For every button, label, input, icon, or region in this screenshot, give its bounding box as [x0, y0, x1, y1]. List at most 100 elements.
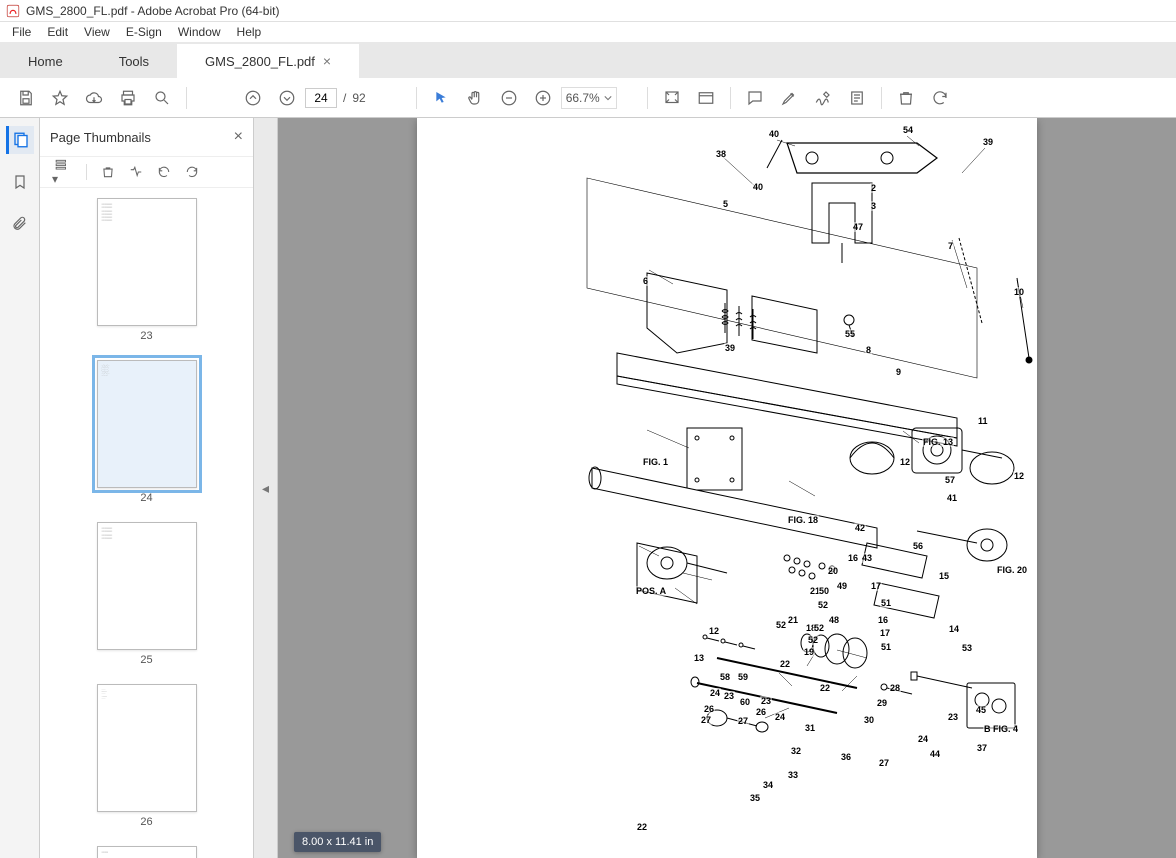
diagram-callout: 7	[947, 241, 954, 251]
hand-tool-icon[interactable]	[459, 82, 491, 114]
menu-view[interactable]: View	[76, 23, 118, 41]
star-icon[interactable]	[44, 82, 76, 114]
diagram-callout: 6	[642, 276, 649, 286]
window-title: GMS_2800_FL.pdf - Adobe Acrobat Pro (64-…	[26, 4, 279, 18]
delete-icon[interactable]	[890, 82, 922, 114]
menu-file[interactable]: File	[4, 23, 39, 41]
diagram-callout: 22	[819, 683, 831, 693]
menu-help[interactable]: Help	[229, 23, 270, 41]
layout-icon[interactable]	[690, 82, 722, 114]
close-pane-icon[interactable]: ×	[234, 128, 243, 146]
tab-home[interactable]: Home	[0, 44, 91, 78]
page-up-icon[interactable]	[237, 82, 269, 114]
diagram-callout: 9	[895, 367, 902, 377]
collapse-handle[interactable]: ◂	[254, 118, 278, 858]
menu-edit[interactable]: Edit	[39, 23, 76, 41]
rotate-icon[interactable]	[924, 82, 956, 114]
diagram-callout: 51	[880, 598, 892, 608]
diagram-callout: 8	[865, 345, 872, 355]
diagram-callout: 24	[774, 712, 786, 722]
thumbnail-23[interactable]: ▪▪▪▪▪▪▪▪▪▪▪▪▪▪▪▪▪▪▪▪▪▪▪▪▪▪▪▪▪▪▪▪▪▪▪▪▪▪▪▪…	[97, 198, 197, 342]
save-icon[interactable]	[10, 82, 42, 114]
thumbnails-title: Page Thumbnails	[50, 130, 151, 145]
diagram-callout: 23	[760, 696, 772, 706]
thumbnail-25[interactable]: ▪▪▪▪▪▪▪▪▪▪▪▪▪▪▪▪▪▪▪▪▪▪▪▪▪▪▪▪▪▪▪▪▪▪▪▪▪▪▪▪…	[97, 522, 197, 666]
menu-esign[interactable]: E-Sign	[118, 23, 170, 41]
diagram-callout: 36	[840, 752, 852, 762]
diagram-callout: 17	[879, 628, 891, 638]
thumb-redo-icon[interactable]	[181, 163, 203, 181]
thumb-undo-icon[interactable]	[153, 163, 175, 181]
sign-icon[interactable]	[807, 82, 839, 114]
diagram-callout: 52	[817, 600, 829, 610]
cloud-icon[interactable]	[78, 82, 110, 114]
diagram-callout: 42	[854, 523, 866, 533]
diagram-drawing	[417, 118, 1037, 858]
thumbnail-next[interactable]: ▪▪▪▪▪▪	[97, 846, 197, 858]
diagram-callout: FIG. 18	[787, 515, 819, 525]
diagram-callout: 10	[1013, 287, 1025, 297]
diagram-callout: 16	[877, 615, 889, 625]
main-toolbar: / 92 66.7%	[0, 78, 1176, 118]
thumbnails-rail-icon[interactable]	[6, 126, 34, 154]
diagram-callout: 32	[790, 746, 802, 756]
diagram-callout: 5	[722, 199, 729, 209]
diagram-callout: 20	[827, 566, 839, 576]
page-down-icon[interactable]	[271, 82, 303, 114]
collapse-arrow-icon[interactable]: ◂	[262, 480, 269, 497]
thumb-options-icon[interactable]: ▾	[48, 156, 76, 188]
thumbnails-pane: Page Thumbnails × ▾ ▪▪▪▪▪▪▪▪▪▪▪▪▪▪▪▪▪▪▪▪…	[40, 118, 254, 858]
thumb-delete-icon[interactable]	[97, 163, 119, 181]
thumbnail-24[interactable]: ⎯⎯╲╱⎯⎯╱○╲○○╲⎯⎯○⎯⎯○╲○╱○○╱⎯⎯╱╲⎯⎯○⎯○⎯○⎯ 24	[97, 360, 197, 504]
diagram-callout: 40	[768, 129, 780, 139]
bookmarks-rail-icon[interactable]	[6, 168, 34, 196]
menu-window[interactable]: Window	[170, 23, 229, 41]
diagram-callout: 19	[803, 647, 815, 657]
diagram-callout: 51	[880, 642, 892, 652]
page-input[interactable]	[305, 88, 337, 108]
zoom-in-icon[interactable]	[527, 82, 559, 114]
diagram-callout: 52	[775, 620, 787, 630]
diagram-callout: 27	[737, 716, 749, 726]
diagram-callout: 43	[861, 553, 873, 563]
read-mode-icon[interactable]	[656, 82, 688, 114]
diagram-callout: 15	[938, 571, 950, 581]
thumbnail-26[interactable]: ⎯⎯⎯⎯═══○⎯⎯⎯⎯○═══⎯⎯⎯⎯ 26	[97, 684, 197, 828]
diagram-callout: 39	[724, 343, 736, 353]
diagram-callout: 21	[787, 615, 799, 625]
diagram-callout: 2	[870, 183, 877, 193]
diagram-callout: 12	[708, 626, 720, 636]
attachments-rail-icon[interactable]	[6, 210, 34, 238]
diagram-callout: 49	[836, 581, 848, 591]
diagram-callout: 16	[847, 553, 859, 563]
diagram-callout: 58	[719, 672, 731, 682]
diagram-callout: 57	[944, 475, 956, 485]
diagram-callout: 12	[1013, 471, 1025, 481]
tab-document[interactable]: GMS_2800_FL.pdf ×	[177, 44, 359, 78]
diagram-callout: 54	[902, 125, 914, 135]
document-viewer[interactable]: 405439384025347671039558911FIG. 13125741…	[278, 118, 1176, 858]
zoom-out-icon[interactable]	[493, 82, 525, 114]
diagram-callout: 41	[946, 493, 958, 503]
diagram-callout: 35	[749, 793, 761, 803]
print-icon[interactable]	[112, 82, 144, 114]
diagram-callout: 33	[787, 770, 799, 780]
diagram-callout: 53	[961, 643, 973, 653]
select-tool-icon[interactable]	[425, 82, 457, 114]
tab-close-icon[interactable]: ×	[323, 54, 331, 68]
diagram-callout: FIG. 1	[642, 457, 669, 467]
diagram-callout: 27	[700, 715, 712, 725]
search-icon[interactable]	[146, 82, 178, 114]
stamp-icon[interactable]	[841, 82, 873, 114]
comment-icon[interactable]	[739, 82, 771, 114]
tab-tools[interactable]: Tools	[91, 44, 177, 78]
thumbnails-list[interactable]: ▪▪▪▪▪▪▪▪▪▪▪▪▪▪▪▪▪▪▪▪▪▪▪▪▪▪▪▪▪▪▪▪▪▪▪▪▪▪▪▪…	[40, 188, 253, 858]
diagram-callout: 22	[636, 822, 648, 832]
page-number-display: / 92	[305, 88, 366, 108]
thumb-layout-icon[interactable]	[125, 163, 147, 181]
highlight-icon[interactable]	[773, 82, 805, 114]
diagram-callout: 3	[870, 201, 877, 211]
diagram-callout: 24	[917, 734, 929, 744]
diagram-callout: 47	[852, 222, 864, 232]
zoom-select[interactable]: 66.7%	[561, 87, 617, 109]
